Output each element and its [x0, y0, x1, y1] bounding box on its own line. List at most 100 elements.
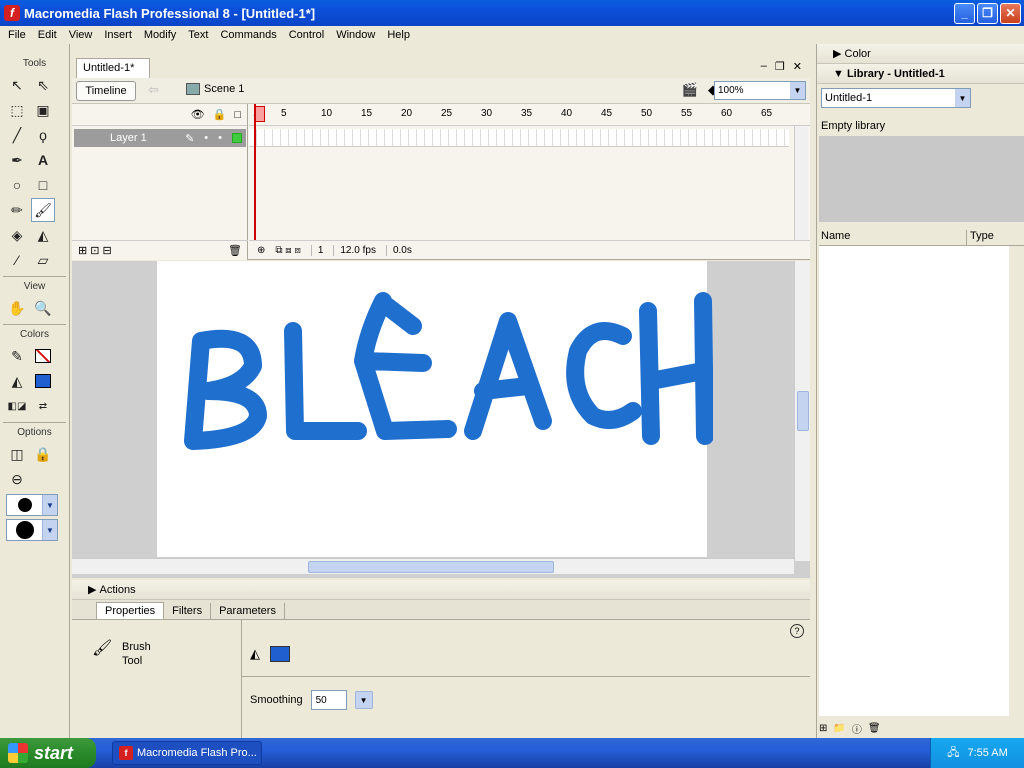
library-panel-header[interactable]: ▼ Library - Untitled-1: [817, 64, 1024, 84]
menu-view[interactable]: View: [63, 26, 99, 44]
menu-modify[interactable]: Modify: [138, 26, 182, 44]
actions-label: Actions: [99, 583, 136, 596]
hand-tool-icon[interactable]: ✋: [5, 296, 29, 320]
network-icon[interactable]: 🖧: [947, 744, 959, 763]
help-icon[interactable]: ?: [790, 624, 804, 638]
scene-icon: [186, 83, 200, 95]
eyedropper-tool-icon[interactable]: ⁄: [5, 248, 29, 272]
library-list[interactable]: [819, 246, 1009, 716]
lock-dot-icon[interactable]: •: [218, 132, 222, 144]
menu-text[interactable]: Text: [182, 26, 214, 44]
visible-dot-icon[interactable]: •: [204, 132, 208, 144]
start-button[interactable]: start: [0, 738, 96, 768]
smoothing-input[interactable]: [310, 690, 347, 710]
fill-color-swatch[interactable]: [31, 369, 55, 393]
bleach-brush-drawing[interactable]: [183, 291, 713, 461]
menu-insert[interactable]: Insert: [98, 26, 138, 44]
flash-logo-icon: f: [119, 746, 133, 760]
delete-icon[interactable]: 🗑: [868, 723, 881, 734]
tab-properties[interactable]: Properties: [96, 602, 165, 619]
timeline-frames[interactable]: 1 5 10 15 20 25 30 35 40 45 50 55 60 65: [249, 104, 810, 260]
timeline-scrollbar[interactable]: [794, 126, 808, 240]
taskbar-flash-item[interactable]: f Macromedia Flash Pro...: [112, 741, 262, 765]
line-tool-icon[interactable]: ╱: [5, 123, 29, 147]
swap-colors-icon[interactable]: ◧◪: [5, 394, 29, 418]
stage-vertical-scrollbar[interactable]: [794, 261, 810, 561]
lock-icon[interactable]: 🔒: [213, 108, 227, 121]
brush-size-select[interactable]: ▼: [6, 494, 58, 516]
new-folder-icon[interactable]: 📁: [833, 723, 845, 734]
frame-ruler[interactable]: 1 5 10 15 20 25 30 35 40 45 50 55 60 65: [249, 104, 810, 126]
playhead-handle[interactable]: [255, 106, 265, 122]
color-panel-header[interactable]: ▶ Color: [817, 44, 1024, 64]
vertical-scroll-thumb[interactable]: [797, 391, 809, 431]
stage[interactable]: [157, 261, 713, 557]
fill-color-swatch[interactable]: [270, 646, 290, 662]
doc-close-icon[interactable]: ✕: [793, 60, 802, 73]
edit-scene-icon[interactable]: 🎬: [682, 82, 698, 98]
menu-commands[interactable]: Commands: [214, 26, 282, 44]
playhead[interactable]: [254, 104, 265, 240]
brush-shape-select[interactable]: ▼: [6, 519, 58, 541]
scene-label[interactable]: Scene 1: [204, 83, 244, 95]
pencil-tool-icon[interactable]: ✏: [5, 198, 29, 222]
minimize-button[interactable]: _: [954, 2, 975, 24]
eye-icon[interactable]: 👁: [191, 108, 205, 121]
brush-tool-icon[interactable]: 🖌: [31, 198, 55, 222]
column-type[interactable]: Type: [967, 230, 1024, 245]
library-select[interactable]: Untitled-1 ▼: [821, 88, 971, 108]
menu-file[interactable]: File: [2, 26, 32, 44]
timeline-button[interactable]: Timeline: [76, 81, 136, 101]
subselection-tool-icon[interactable]: ⇖: [31, 73, 55, 97]
doc-restore-icon[interactable]: ❐: [775, 60, 785, 73]
column-name[interactable]: Name: [819, 230, 967, 245]
brush-mode-icon[interactable]: ◫: [5, 442, 29, 466]
pen-tool-icon[interactable]: ✒: [5, 148, 29, 172]
menu-edit[interactable]: Edit: [32, 26, 63, 44]
clock: 7:55 AM: [967, 747, 1008, 759]
insert-layer-icon[interactable]: ⊞ ⊡ ⊟: [78, 244, 112, 257]
menu-window[interactable]: Window: [330, 26, 381, 44]
actions-panel-header[interactable]: ▶ Actions: [72, 580, 810, 600]
lock-fill-icon[interactable]: 🔒: [31, 442, 55, 466]
close-button[interactable]: ✕: [1000, 2, 1021, 24]
lasso-tool-icon[interactable]: ϙ: [31, 123, 55, 147]
stroke-color-swatch[interactable]: [31, 344, 55, 368]
new-symbol-icon[interactable]: ⊞: [819, 723, 827, 734]
selection-tool-icon[interactable]: ↖: [5, 73, 29, 97]
onion-skin-icon[interactable]: ⧉ ⧈ ⧇: [275, 245, 300, 256]
default-colors-icon[interactable]: ⇄: [31, 394, 55, 418]
doc-minimize-icon[interactable]: –: [761, 60, 767, 73]
tab-parameters[interactable]: Parameters: [211, 603, 285, 619]
restore-button[interactable]: ❐: [977, 2, 998, 24]
document-tab[interactable]: Untitled-1*: [76, 58, 150, 78]
trash-icon[interactable]: 🗑: [228, 244, 242, 257]
rectangle-tool-icon[interactable]: □: [31, 173, 55, 197]
zoom-select[interactable]: 100% ▼: [714, 81, 806, 100]
eraser-tool-icon[interactable]: ▱: [31, 248, 55, 272]
colors-label: Colors: [20, 329, 49, 340]
horizontal-scroll-thumb[interactable]: [308, 561, 554, 573]
stage-horizontal-scrollbar[interactable]: [72, 558, 794, 574]
paint-bucket-tool-icon[interactable]: ◭: [31, 223, 55, 247]
text-tool-icon[interactable]: A: [31, 148, 55, 172]
ink-bottle-tool-icon[interactable]: ◈: [5, 223, 29, 247]
tab-filters[interactable]: Filters: [164, 603, 212, 619]
gradient-transform-tool-icon[interactable]: ▣: [31, 98, 55, 122]
layer-row[interactable]: Layer 1 ✎ • •: [74, 129, 246, 147]
menu-help[interactable]: Help: [381, 26, 416, 44]
chevron-down-icon[interactable]: ▼: [354, 691, 373, 709]
zoom-tool-icon[interactable]: 🔍: [31, 296, 55, 320]
center-frame-icon[interactable]: ⊕: [257, 245, 265, 256]
outline-icon[interactable]: □: [234, 109, 241, 121]
stage-area[interactable]: [72, 261, 810, 578]
document-window: Untitled-1* – ❐ ✕ Timeline ⇦ Scene 1 🎬 ◆…: [72, 56, 810, 578]
free-transform-tool-icon[interactable]: ⬚: [5, 98, 29, 122]
back-arrow-icon[interactable]: ⇦: [148, 82, 159, 98]
menu-control[interactable]: Control: [283, 26, 330, 44]
frame-row[interactable]: [249, 129, 789, 147]
layer-outline-color[interactable]: [232, 133, 242, 143]
oval-tool-icon[interactable]: ○: [5, 173, 29, 197]
properties-icon[interactable]: ⓘ: [852, 721, 862, 736]
pressure-icon[interactable]: ⊖: [5, 467, 29, 491]
